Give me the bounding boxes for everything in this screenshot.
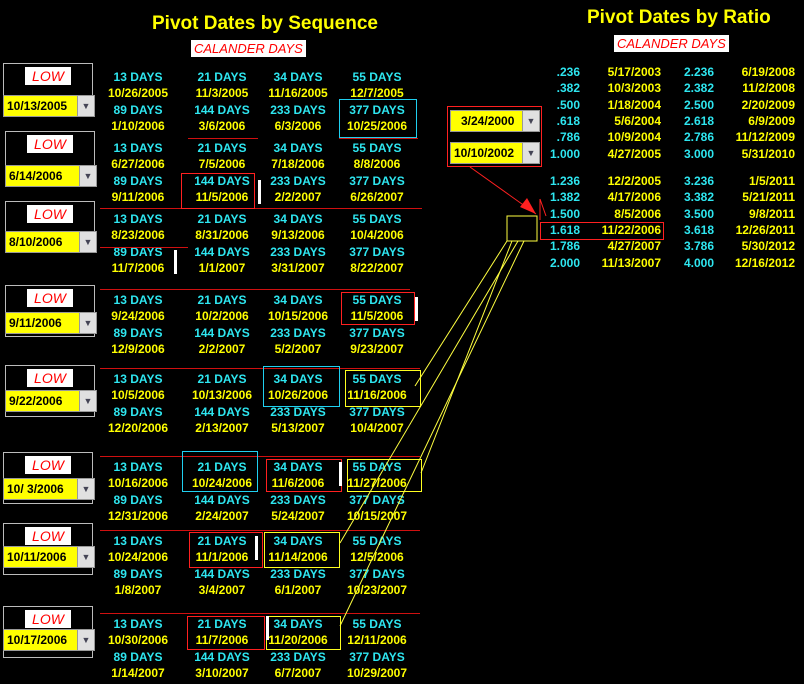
connector-line	[414, 240, 508, 387]
arrow-head	[520, 198, 536, 214]
connector-lines	[339, 166, 547, 627]
connector-line	[339, 240, 519, 544]
target-box	[506, 215, 538, 242]
connector-line	[339, 240, 525, 627]
connector-line	[420, 240, 513, 474]
